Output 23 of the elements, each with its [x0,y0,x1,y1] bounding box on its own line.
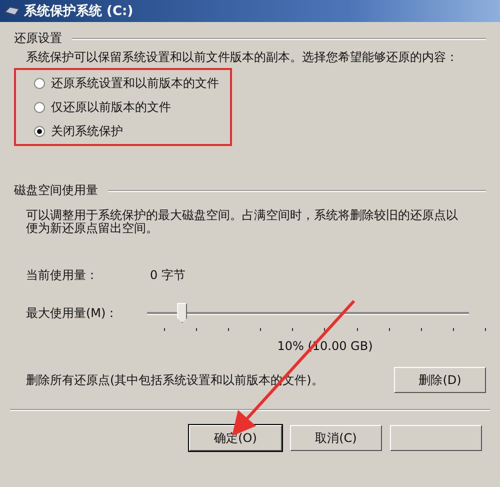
section-heading: 磁盘空间使用量 [14,182,98,199]
cancel-button[interactable]: 取消(C) [290,425,382,451]
description-text: 系统保护可以保留系统设置和以前文件版本的副本。选择您希望能够还原的内容： [25,51,459,64]
slider-thumb[interactable] [177,303,188,323]
tick-mark [228,328,230,331]
delete-button[interactable]: 删除(D) [394,367,486,393]
tick-mark [420,328,422,331]
section-heading: 还原设置 [14,30,62,47]
current-usage-label: 当前使用量： [26,267,99,284]
tick-mark [484,328,486,331]
tick-mark [196,328,198,331]
drive-icon [4,5,20,17]
blank-button[interactable] [390,425,482,451]
description-text: 可以调整用于系统保护的最大磁盘空间。占满空间时，系统将删除较旧的还原点以便为新还原点留出空间。 [25,209,459,235]
current-usage-value: 0 字节 [150,267,186,284]
max-usage-label: 最大使用量(M)： [26,304,119,322]
radio-option[interactable]: 关闭系统保护 [34,122,230,140]
usage-slider[interactable] [147,302,469,324]
radio-option[interactable]: 仅还原以前版本的文件 [34,98,230,116]
window-title: 系统保护系统 (C:) [24,2,134,20]
tick-mark [164,328,165,331]
radio-option[interactable]: 还原系统设置和以前版本的文件 [34,74,230,92]
tick-mark [452,328,454,331]
